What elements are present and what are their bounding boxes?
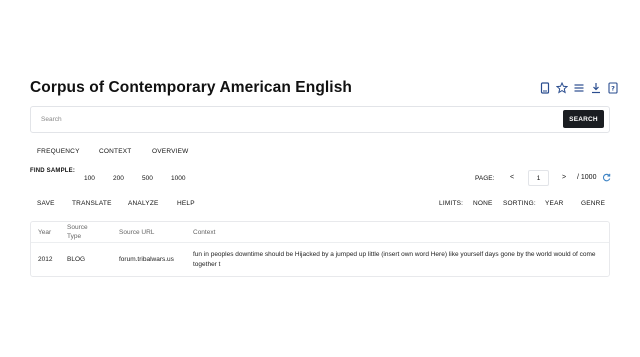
previous-page-button[interactable]: <	[510, 174, 514, 181]
tab-frequency[interactable]: FREQUENCY	[37, 148, 80, 155]
analyze-button[interactable]: ANALYZE	[128, 200, 159, 207]
cell-source-url[interactable]: forum.tribalwars.us	[119, 255, 174, 265]
sample-option-200[interactable]: 200	[113, 175, 124, 182]
page-number-input[interactable]: 1	[528, 170, 549, 186]
sample-option-1000[interactable]: 1000	[171, 175, 185, 182]
limits-label: LIMITS:	[439, 200, 464, 207]
page-total: / 1000	[577, 174, 597, 181]
next-page-button[interactable]: >	[562, 174, 566, 181]
download-icon[interactable]	[589, 81, 602, 94]
list-icon[interactable]	[572, 81, 585, 94]
column-header-year: Year	[38, 229, 52, 236]
save-button[interactable]: SAVE	[37, 200, 55, 207]
search-button[interactable]: SEARCH	[563, 110, 604, 128]
help-button[interactable]: HELP	[177, 200, 195, 207]
search-input[interactable]	[41, 112, 541, 127]
page-title: Corpus of Contemporary American English	[30, 79, 352, 96]
page-label: PAGE:	[475, 175, 495, 182]
limits-none-button[interactable]: NONE	[473, 200, 493, 207]
sort-genre-button[interactable]: GENRE	[581, 200, 605, 207]
sample-option-100[interactable]: 100	[84, 175, 95, 182]
tab-context[interactable]: CONTEXT	[99, 148, 131, 155]
column-header-source-url: Source URL	[119, 229, 155, 236]
translate-button[interactable]: TRANSLATE	[72, 200, 112, 207]
cell-context: fun in peoples downtime should be Hijack…	[193, 251, 596, 268]
find-sample-label: FIND SAMPLE:	[30, 168, 76, 174]
sort-year-button[interactable]: YEAR	[545, 200, 564, 207]
tab-overview[interactable]: OVERVIEW	[152, 148, 189, 155]
refresh-icon[interactable]	[602, 173, 611, 182]
table-header-divider	[31, 242, 609, 243]
sorting-label: SORTING:	[503, 200, 536, 207]
cell-source-type: BLOG	[67, 256, 86, 263]
help-icon[interactable]: ?	[606, 81, 619, 94]
svg-text:?: ?	[611, 84, 615, 92]
sample-option-500[interactable]: 500	[142, 175, 153, 182]
column-header-context: Context	[193, 229, 216, 236]
header-icon-bar: ?	[538, 81, 619, 94]
star-icon[interactable]	[555, 81, 568, 94]
cell-year: 2012	[38, 256, 53, 263]
book-icon[interactable]	[538, 81, 551, 94]
column-header-source-type: Source Type	[67, 224, 88, 240]
